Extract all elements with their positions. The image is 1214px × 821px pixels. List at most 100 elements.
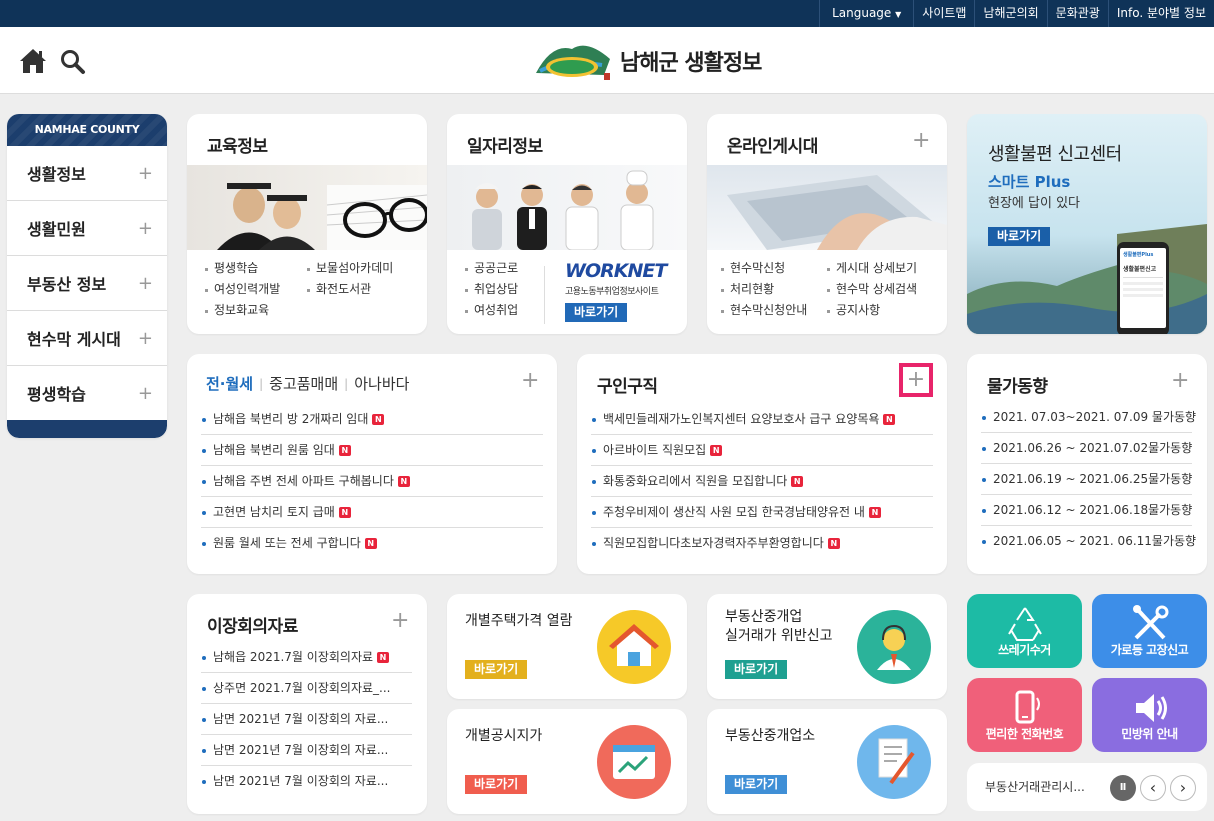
quick-streetlight-report[interactable]: 가로등 고장신고 bbox=[1092, 594, 1207, 668]
board-links-left: 현수막신청 처리현황 현수막신청안내 bbox=[721, 258, 807, 321]
recruit-more-icon[interactable]: + bbox=[899, 363, 933, 397]
list-item[interactable]: 화통중화요리에서 직원을 모집합니다 N bbox=[591, 466, 933, 497]
edu-title: 교육정보 bbox=[207, 137, 268, 157]
list-item[interactable]: 2021. 07.03~2021. 07.09 물가동향 bbox=[981, 402, 1196, 433]
list-item[interactable]: 아르바이트 직원모집 N bbox=[591, 435, 933, 466]
tab-rent[interactable]: 전·월세 bbox=[206, 373, 253, 394]
link-lifelong-learning[interactable]: 평생학습 bbox=[205, 258, 280, 279]
tab-divider: | bbox=[259, 376, 264, 391]
jobs-links: 공공근로 취업상담 여성취업 bbox=[465, 258, 518, 321]
quick-label: 편리한 전화번호 bbox=[985, 727, 1064, 741]
sidebar-item-civil[interactable]: 생활민원 + bbox=[7, 201, 167, 256]
list-item[interactable]: 2021.06.05 ~ 2021. 06.11물가동향 bbox=[981, 526, 1196, 557]
top-link-info[interactable]: Info. 분야별 정보 bbox=[1107, 0, 1214, 27]
link-banner-search[interactable]: 현수막 상세검색 bbox=[827, 279, 917, 300]
broker-go-button[interactable]: 바로가기 bbox=[725, 775, 788, 794]
land-price-title: 개별공시지가 bbox=[465, 728, 543, 744]
home-icon[interactable] bbox=[18, 47, 48, 75]
link-process-status[interactable]: 처리현황 bbox=[721, 279, 807, 300]
sidebar-item-banner[interactable]: 현수막 게시대 + bbox=[7, 311, 167, 366]
chevron-right-icon[interactable]: › bbox=[1170, 775, 1196, 801]
link-notice[interactable]: 공지사항 bbox=[827, 300, 917, 321]
county-logo[interactable] bbox=[532, 35, 614, 83]
worknet-go-button[interactable]: 바로가기 bbox=[565, 303, 628, 322]
list-item[interactable]: 주청우비제이 생산직 사원 모집 한국경남태양유전 내N bbox=[591, 497, 933, 528]
market-list: 남해읍 북변리 방 2개짜리 임대 N 남해읍 북변리 원룸 임대 N 남해읍 주변… bbox=[201, 404, 543, 559]
link-board-detail[interactable]: 게시대 상세보기 bbox=[827, 258, 917, 279]
new-badge: N bbox=[364, 538, 377, 549]
land-price-card[interactable]: 개별공시지가 바로가기 bbox=[447, 709, 687, 814]
link-public-work[interactable]: 공공근로 bbox=[465, 258, 518, 279]
list-item[interactable]: 원룸 월세 또는 전세 구합니다 N bbox=[201, 528, 543, 559]
new-badge: N bbox=[868, 507, 881, 518]
sidebar-item-label: 부동산 정보 bbox=[27, 275, 107, 294]
worknet-logo[interactable]: WORKNET bbox=[565, 260, 667, 282]
search-icon[interactable] bbox=[60, 49, 86, 75]
prices-more-icon[interactable]: + bbox=[1171, 368, 1189, 393]
top-links: Language ▼ 사이트맵 남해군의회 문화관광 Info. 분야별 정보 bbox=[819, 0, 1214, 27]
house-price-go-button[interactable]: 바로가기 bbox=[465, 660, 528, 679]
list-item[interactable]: 2021.06.12 ~ 2021.06.18물가동향 bbox=[981, 495, 1192, 526]
edu-links-right: 보물섬아카데미 화전도서관 bbox=[307, 258, 393, 300]
market-tabs: 전·월세 | 중고품매매 | 아나바다 bbox=[206, 373, 409, 394]
list-item[interactable]: 2021.06.26 ~ 2021.07.02물가동향 bbox=[981, 433, 1192, 464]
new-badge: N bbox=[372, 414, 385, 425]
pause-icon[interactable]: Ⅱ bbox=[1110, 775, 1136, 801]
report-center-card[interactable]: 생활불편 신고센터 스마트 Plus 현장에 답이 있다 바로가기 생활불편Pl… bbox=[967, 114, 1207, 334]
list-item[interactable]: 남해읍 북변리 방 2개짜리 임대 N bbox=[201, 404, 543, 435]
quick-label: 가로등 고장신고 bbox=[1110, 643, 1189, 657]
sidebar-item-label: 평생학습 bbox=[27, 385, 86, 404]
link-banner-apply[interactable]: 현수막신청 bbox=[721, 258, 807, 279]
quick-phone-numbers[interactable]: 편리한 전화번호 bbox=[967, 678, 1082, 752]
list-item[interactable]: 남해읍 북변리 원룸 임대 N bbox=[201, 435, 543, 466]
quick-civil-defense[interactable]: 민방위 안내 bbox=[1092, 678, 1207, 752]
tab-share[interactable]: 아나바다 bbox=[354, 373, 409, 394]
top-link-council[interactable]: 남해군의회 bbox=[974, 0, 1046, 27]
top-bar: Language ▼ 사이트맵 남해군의회 문화관광 Info. 분야별 정보 bbox=[0, 0, 1214, 27]
sidebar-item-living-info[interactable]: 생활정보 + bbox=[7, 146, 167, 201]
top-link-culture[interactable]: 문화관광 bbox=[1046, 0, 1108, 27]
header: 남해군 생활정보 bbox=[0, 27, 1214, 94]
chevron-left-icon[interactable]: ‹ bbox=[1140, 775, 1166, 801]
list-item[interactable]: 남해읍 주변 전세 아파트 구해봅니다 N bbox=[201, 466, 543, 497]
list-item-text: 주청우비제이 생산직 사원 모집 한국경남태양유전 내 bbox=[603, 505, 865, 519]
land-price-go-button[interactable]: 바로가기 bbox=[465, 775, 528, 794]
top-link-sitemap[interactable]: 사이트맵 bbox=[913, 0, 974, 27]
worknet-caption: 고용노동부취업정보사이트 bbox=[565, 287, 659, 297]
list-item-text: 고현면 남치리 토지 급매 bbox=[213, 505, 335, 519]
list-item[interactable]: 고현면 남치리 토지 급매 N bbox=[201, 497, 543, 528]
list-item[interactable]: 남면 2021년 7월 이장회의 자료... bbox=[201, 735, 412, 766]
broker-report-title: 부동산중개업 실거래가 위반신고 bbox=[725, 608, 833, 646]
link-job-consult[interactable]: 취업상담 bbox=[465, 279, 518, 300]
link-women-jobs[interactable]: 여성취업 bbox=[465, 300, 518, 321]
sidebar-item-label: 생활민원 bbox=[27, 220, 86, 239]
link-library[interactable]: 화전도서관 bbox=[307, 279, 393, 300]
broker-report-line2: 실거래가 위반신고 bbox=[725, 628, 833, 644]
list-item[interactable]: 남면 2021년 7월 이장회의 자료... bbox=[201, 766, 412, 797]
report-subtitle: 스마트 Plus bbox=[988, 173, 1071, 191]
quick-trash-pickup[interactable]: 쓰레기수거 bbox=[967, 594, 1082, 668]
list-item[interactable]: 남면 2021년 7월 이장회의 자료... bbox=[201, 704, 412, 735]
council-more-icon[interactable]: + bbox=[391, 608, 409, 633]
broker-card[interactable]: 부동산중개업소 바로가기 bbox=[707, 709, 947, 814]
list-item[interactable]: 2021.06.19 ~ 2021.06.25물가동향 bbox=[981, 464, 1192, 495]
market-more-icon[interactable]: + bbox=[521, 368, 539, 393]
link-academy[interactable]: 보물섬아카데미 bbox=[307, 258, 393, 279]
sidebar-item-realestate[interactable]: 부동산 정보 + bbox=[7, 256, 167, 311]
language-menu[interactable]: Language ▼ bbox=[819, 0, 913, 27]
tab-used-goods[interactable]: 중고품매매 bbox=[269, 373, 338, 394]
link-banner-guide[interactable]: 현수막신청안내 bbox=[721, 300, 807, 321]
list-item[interactable]: 직원모집합니다초보자경력자주부환영합니다 N bbox=[591, 528, 933, 559]
list-item[interactable]: 상주면 2021.7월 이장회의자료_... bbox=[201, 673, 412, 704]
link-it-education[interactable]: 정보화교육 bbox=[205, 300, 280, 321]
list-item[interactable]: 백세민들레재가노인복지센터 요양보호사 급구 요양목욕 N bbox=[591, 404, 933, 435]
list-item[interactable]: 남해읍 2021.7월 이장회의자료 N bbox=[201, 642, 412, 673]
sidebar-item-learning[interactable]: 평생학습 + bbox=[7, 366, 167, 421]
board-more-icon[interactable]: + bbox=[912, 128, 930, 153]
report-go-button[interactable]: 바로가기 bbox=[988, 227, 1051, 246]
house-price-card[interactable]: 개별주택가격 열람 바로가기 bbox=[447, 594, 687, 699]
link-women-workforce[interactable]: 여성인력개발 bbox=[205, 279, 280, 300]
broker-report-go-button[interactable]: 바로가기 bbox=[725, 660, 788, 679]
broker-report-card[interactable]: 부동산중개업 실거래가 위반신고 바로가기 bbox=[707, 594, 947, 699]
rolling-banner-text[interactable]: 부동산거래관리시... bbox=[985, 778, 1085, 795]
